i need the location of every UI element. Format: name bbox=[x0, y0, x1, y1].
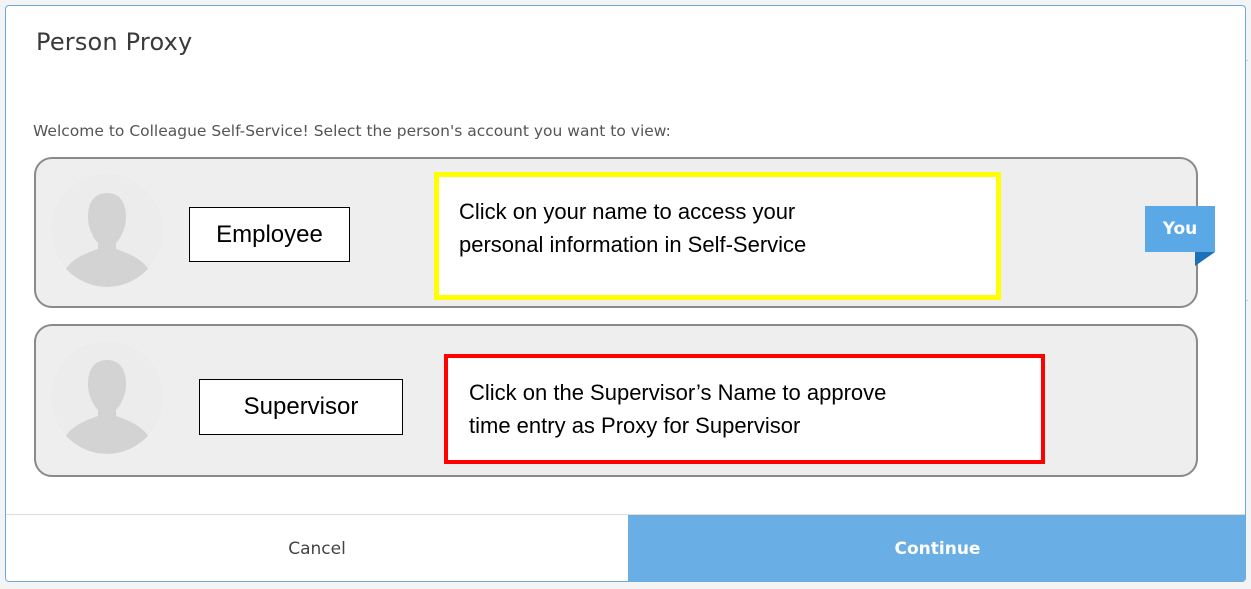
person-card-supervisor[interactable]: Supervisor Click on the Supervisor’s Nam… bbox=[34, 324, 1198, 477]
callout-supervisor-instructions: Click on the Supervisor’s Name to approv… bbox=[444, 354, 1045, 464]
person-card-employee[interactable]: Employee Click on your name to access yo… bbox=[34, 157, 1215, 308]
callout-employee-instructions: Click on your name to access your person… bbox=[434, 172, 1001, 300]
cancel-button[interactable]: Cancel bbox=[6, 515, 628, 581]
avatar-icon bbox=[50, 173, 164, 287]
person-name-supervisor[interactable]: Supervisor bbox=[199, 379, 403, 435]
dialog-intro-text: Welcome to Colleague Self-Service! Selec… bbox=[33, 122, 671, 140]
you-badge-fold bbox=[1195, 252, 1215, 266]
callout-line: Click on the Supervisor’s Name to approv… bbox=[469, 380, 887, 405]
callout-line: time entry as Proxy for Supervisor bbox=[469, 413, 801, 438]
person-proxy-dialog: Person Proxy Welcome to Colleague Self-S… bbox=[5, 5, 1246, 582]
continue-button[interactable]: Continue bbox=[628, 515, 1245, 581]
dialog-footer: Cancel Continue bbox=[6, 514, 1245, 581]
callout-line: personal information in Self-Service bbox=[459, 232, 807, 257]
you-badge: You bbox=[1145, 206, 1215, 252]
dialog-title: Person Proxy bbox=[36, 28, 193, 56]
person-name-employee[interactable]: Employee bbox=[189, 207, 350, 262]
callout-line: Click on your name to access your bbox=[459, 199, 796, 224]
avatar-icon bbox=[50, 340, 164, 454]
